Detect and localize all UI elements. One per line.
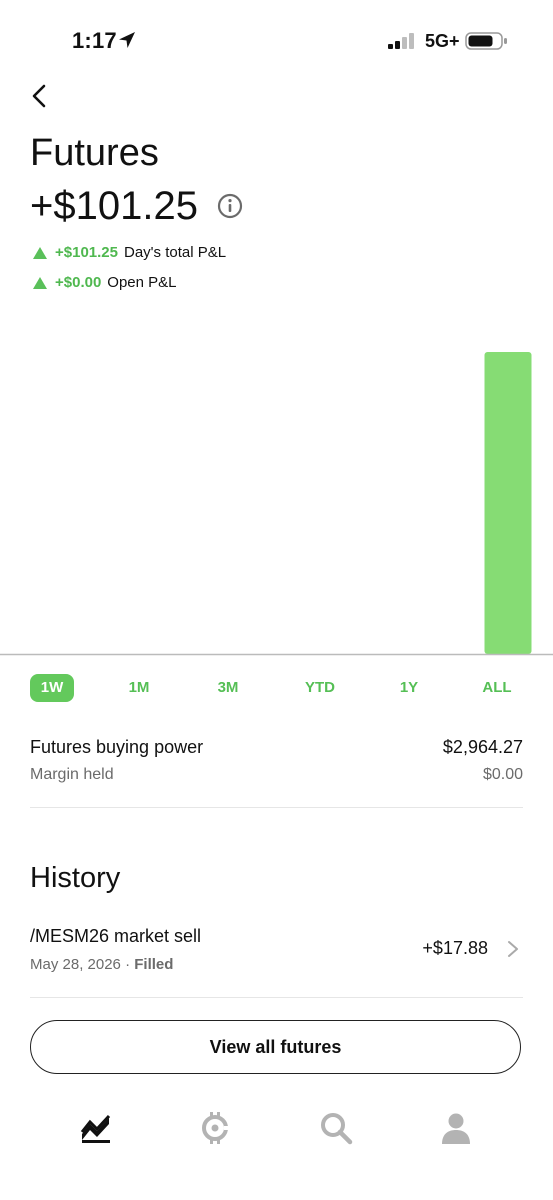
status-time: 1:17 (72, 28, 117, 53)
range-tab-all[interactable]: ALL (475, 674, 519, 702)
open-pl-value: +$0.00 (55, 274, 102, 291)
battery-icon (465, 32, 507, 50)
range-tab-3m[interactable]: 3M (206, 674, 250, 702)
view-all-futures-button[interactable]: View all futures (30, 1020, 521, 1074)
network-type: 5G+ (425, 31, 460, 51)
up-triangle-icon (33, 246, 47, 259)
up-triangle-icon (33, 276, 47, 289)
pl-bar-chart (0, 352, 553, 656)
divider (30, 997, 523, 998)
margin-held-value: $0.00 (482, 766, 523, 783)
range-tabs: 1W 1M 3M YTD 1Y ALL (0, 674, 553, 704)
location-arrow-icon (119, 32, 135, 48)
buying-power-value: $2,964.27 (442, 737, 523, 757)
search-icon[interactable] (318, 1110, 354, 1146)
chart-bar (484, 352, 532, 654)
separator-dot: · (125, 956, 135, 973)
history-title: History (30, 862, 121, 894)
back-arrow-icon[interactable] (26, 82, 54, 110)
page-title: Futures (30, 132, 159, 174)
investing-chart-icon[interactable] (78, 1110, 114, 1146)
day-pl-value: +$101.25 (55, 244, 118, 261)
account-icon[interactable] (438, 1110, 474, 1146)
day-pl-label: Day's total P&L (123, 244, 227, 261)
open-pl-row: +$0.00 Open P&L (33, 274, 177, 291)
history-item-status: Filled (134, 956, 174, 973)
buying-power-label: Futures buying power (30, 737, 204, 757)
open-pl-label: Open P&L (107, 274, 177, 291)
chevron-right-icon (508, 941, 518, 957)
day-pl-row: +$101.25 Day's total P&L (33, 244, 226, 261)
total-pl-amount: +$101.25 (30, 184, 198, 228)
margin-held-label: Margin held (30, 766, 114, 783)
history-item-amount: +$17.88 (422, 938, 488, 958)
history-item-date: May 28, 2026 (30, 956, 121, 973)
crypto-icon[interactable] (197, 1110, 233, 1146)
cellular-signal-icon (388, 33, 414, 49)
range-tab-1w[interactable]: 1W (30, 674, 74, 702)
divider (30, 807, 523, 808)
range-tab-1m[interactable]: 1M (117, 674, 161, 702)
history-row[interactable]: /MESM26 market sell May 28, 2026 · Fille… (0, 920, 553, 982)
range-tab-ytd[interactable]: YTD (298, 674, 342, 702)
range-tab-1y[interactable]: 1Y (387, 674, 431, 702)
history-item-subtitle: May 28, 2026 · Filled (30, 956, 173, 973)
history-item-title: /MESM26 market sell (30, 926, 202, 946)
info-icon[interactable] (217, 193, 243, 219)
